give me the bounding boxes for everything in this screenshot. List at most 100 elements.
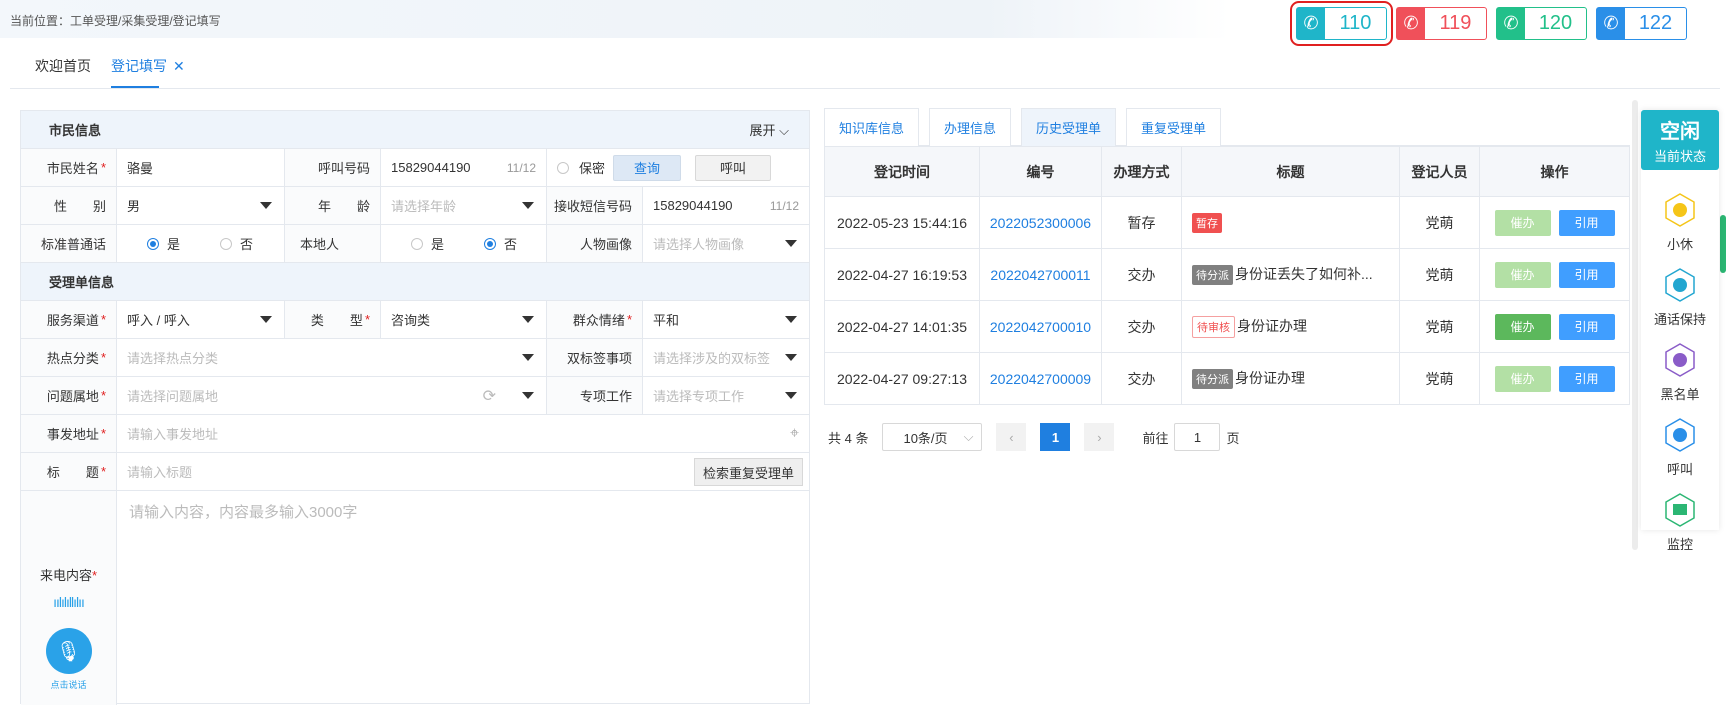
mood-select[interactable]: 平和 [643, 301, 809, 338]
cite-button[interactable]: 引用 [1558, 365, 1615, 392]
tab-handling[interactable]: 办理信息 [929, 108, 1012, 146]
dual-label-select[interactable]: 请选择涉及的双标签 [643, 339, 809, 376]
status-badge: 待审核 [1192, 315, 1235, 338]
phone-icon: ✆ [1397, 8, 1425, 39]
page-tabs: 欢迎首页 登记填写 ✕ [35, 56, 185, 88]
search-duplicate-button[interactable]: 检索重复受理单 [693, 458, 803, 486]
section-ticket: 受理单信息 [21, 263, 809, 301]
title-input[interactable]: 请输入标题 检索重复受理单 [117, 453, 809, 490]
blacklist-button[interactable]: 黑名单 [1641, 342, 1719, 403]
portrait-select[interactable]: 请选择人物画像 [643, 225, 809, 262]
table-row: 2022-05-23 15:44:16 2022052300006 暂存 暂存 … [824, 196, 1630, 249]
scrollbar-thumb[interactable] [1720, 215, 1726, 273]
gender-select[interactable]: 男 [117, 187, 285, 224]
history-table: 登记时间 编号 办理方式 标题 登记人员 操作 2022-05-23 15:44… [824, 146, 1630, 405]
chevron-left-icon: ‹ [1009, 429, 1014, 445]
page-1-button[interactable]: 1 [1040, 423, 1071, 451]
caret-down-icon [785, 316, 797, 323]
status-badge: 暂存 [1192, 212, 1222, 233]
hotline-120-button[interactable]: ✆ 120 [1496, 7, 1587, 40]
caret-down-icon [522, 202, 534, 209]
divider [10, 88, 1720, 89]
hotline-110-button[interactable]: ✆ 110 [1290, 1, 1393, 46]
close-icon[interactable]: ✕ [173, 58, 185, 74]
hotline-122-button[interactable]: ✆ 122 [1596, 7, 1687, 40]
table-header: 登记时间 编号 办理方式 标题 登记人员 操作 [824, 146, 1630, 197]
phone-icon: ✆ [1497, 8, 1525, 39]
next-page-button[interactable]: › [1084, 423, 1115, 451]
address-input[interactable]: 请输入事发地址 ⌖ [117, 415, 809, 452]
caret-down-icon [522, 316, 534, 323]
sms-number-field[interactable]: 15829044190 11/12 [643, 187, 809, 224]
caret-down-icon [785, 240, 797, 247]
chevron-down-icon: ⌵ [963, 429, 974, 444]
refresh-icon[interactable]: ⟳ [483, 386, 496, 406]
page-size-select[interactable]: 10条/页 ⌵ [882, 423, 983, 451]
tab-knowledge[interactable]: 知识库信息 [824, 108, 920, 146]
ticket-id-link[interactable]: 2022042700010 [979, 300, 1102, 353]
expand-toggle[interactable]: 展开 ⌵ [750, 120, 790, 139]
blacklist-user-icon [1662, 342, 1698, 378]
local-yes-radio[interactable] [411, 237, 423, 250]
mandarin-yes-radio[interactable] [147, 237, 159, 250]
hotline-119-button[interactable]: ✆ 119 [1396, 7, 1487, 40]
caret-down-icon [522, 392, 534, 399]
tab-history[interactable]: 历史受理单 [1021, 108, 1117, 146]
urge-button[interactable]: 催办 [1494, 365, 1551, 392]
telephone-icon [1662, 417, 1698, 453]
goto-page-input[interactable]: 1 [1174, 423, 1221, 451]
tab-register[interactable]: 登记填写 ✕ [111, 56, 185, 88]
ticket-id-link[interactable]: 2022052300006 [979, 196, 1102, 249]
form-row: 问题属地 * 请选择问题属地 ⟳ 专项工作 请选择专项工作 [21, 377, 809, 415]
monitor-button[interactable]: 监控 [1641, 492, 1719, 553]
table-row: 2022-04-27 14:01:35 2022042700010 交办 待审核… [824, 300, 1630, 353]
urge-button[interactable]: 催办 [1494, 261, 1551, 288]
age-select[interactable]: 请选择年龄 [381, 187, 547, 224]
microphone-button[interactable]: 🎙 [45, 628, 92, 674]
tab-welcome[interactable]: 欢迎首页 [35, 56, 91, 88]
area-select[interactable]: 请选择问题属地 ⟳ [117, 377, 547, 414]
agent-status[interactable]: 空闲 当前状态 [1641, 110, 1719, 170]
query-button[interactable]: 查询 [613, 154, 682, 181]
channel-select[interactable]: 呼入 / 呼入 [117, 301, 285, 338]
call-number-field[interactable]: 15829044190 11/12 [381, 149, 547, 186]
cite-button[interactable]: 引用 [1558, 261, 1615, 288]
call-button[interactable]: 呼叫 [695, 154, 772, 181]
name-field[interactable]: 骆曼 [117, 149, 285, 186]
total-count: 共 4 条 [828, 430, 869, 446]
secret-radio[interactable] [557, 161, 569, 174]
type-select[interactable]: 咨询类 [381, 301, 547, 338]
location-pin-icon[interactable]: ⌖ [790, 425, 799, 443]
phone-hold-icon [1662, 267, 1698, 303]
urge-button[interactable]: 催办 [1494, 209, 1551, 236]
break-button[interactable]: 小休 [1641, 192, 1719, 253]
registration-form: 市民信息 展开 ⌵ 市民姓名 * 骆曼 呼叫号码 15829044190 11/12… [20, 110, 810, 705]
caret-down-icon [260, 202, 272, 209]
ticket-id-link[interactable]: 2022042700009 [979, 352, 1102, 405]
form-row: 事发地址 * 请输入事发地址 ⌖ [21, 415, 809, 453]
form-row: 热点分类 * 请选择热点分类 双标签事项 请选择涉及的双标签 [21, 339, 809, 377]
local-no-radio[interactable] [484, 237, 497, 250]
content-textarea[interactable]: 请输入内容，内容最多输入3000字 [117, 491, 809, 705]
form-row: 标准普通话 是 否 本地人 是 否 人物画像 请选择人物画像 [21, 225, 809, 263]
scrollbar[interactable] [1632, 100, 1638, 550]
status-badge: 待分派 [1192, 265, 1233, 285]
call-out-button[interactable]: 呼叫 [1641, 417, 1719, 478]
hot-category-select[interactable]: 请选择热点分类 [117, 339, 547, 376]
cite-button[interactable]: 引用 [1558, 313, 1615, 340]
history-panel: 知识库信息 办理信息 历史受理单 重复受理单 登记时间 编号 办理方式 标题 登… [824, 108, 1630, 704]
caret-down-icon [785, 354, 797, 361]
urge-button[interactable]: 催办 [1494, 313, 1551, 340]
mandarin-no-radio[interactable] [220, 237, 233, 250]
tab-duplicate[interactable]: 重复受理单 [1126, 108, 1222, 146]
caret-down-icon [785, 392, 797, 399]
mandarin-radio-group: 是 否 [117, 225, 285, 262]
ticket-id-link[interactable]: 2022042700011 [979, 248, 1102, 301]
cite-button[interactable]: 引用 [1558, 209, 1615, 236]
special-work-select[interactable]: 请选择专项工作 [643, 377, 809, 414]
caret-down-icon [260, 316, 272, 323]
microphone-icon: 🎙 [55, 640, 82, 663]
prev-page-button[interactable]: ‹ [996, 423, 1027, 451]
local-radio-group: 是 否 [381, 225, 547, 262]
hold-button[interactable]: 通话保持 [1641, 267, 1719, 328]
